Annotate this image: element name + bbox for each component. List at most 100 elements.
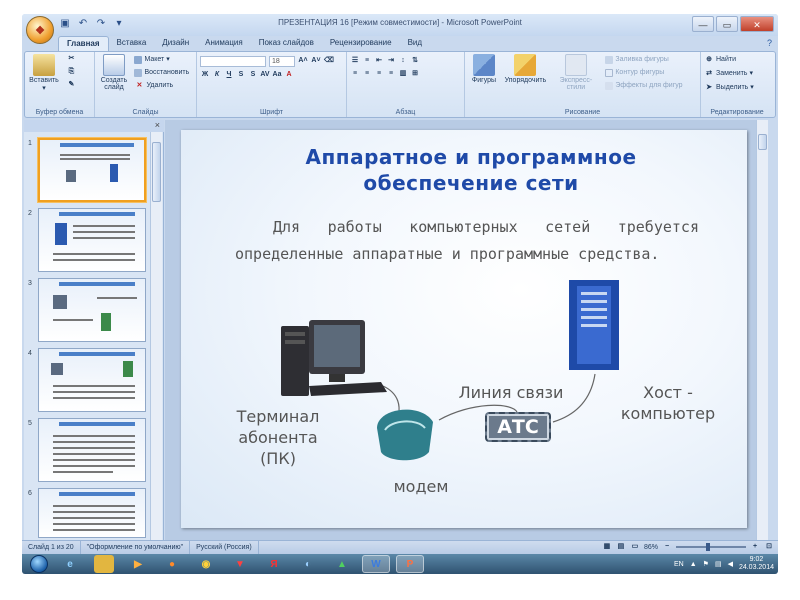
reset-button[interactable]: Восстановить (134, 67, 189, 78)
new-slide-button[interactable]: Создать слайд (98, 54, 130, 91)
word-icon[interactable]: W (362, 555, 390, 573)
find-button[interactable]: ⊕ Найти (704, 54, 770, 65)
delete-slide-button[interactable]: ✕ Удалить (134, 80, 189, 91)
ie-icon[interactable]: e (56, 555, 84, 573)
copy-icon[interactable]: ⎘ (66, 67, 76, 77)
media-player-icon[interactable]: ▶ (124, 555, 152, 573)
font-size-input[interactable]: 18 (269, 56, 295, 67)
slideshow-view-icon[interactable]: ▭ (630, 542, 640, 552)
help-icon[interactable]: ? (767, 38, 772, 48)
tray-arrow-icon[interactable]: ▲ (690, 561, 697, 568)
select-button[interactable]: ➤ Выделить ▾ (704, 82, 770, 93)
thumbnail-slide-3[interactable] (38, 278, 146, 342)
align-right-icon[interactable]: ≡ (374, 69, 384, 79)
align-left-icon[interactable]: ≡ (350, 69, 360, 79)
italic-icon[interactable]: К (212, 70, 222, 80)
shadow-icon[interactable]: S (248, 70, 258, 80)
ats-box[interactable]: АТС (485, 412, 551, 442)
quick-styles-button[interactable]: Экспресс-стили (551, 54, 601, 91)
clock[interactable]: 9:02 24.03.2014 (739, 556, 774, 572)
yandex-icon[interactable]: Я (260, 555, 288, 573)
zoom-in-icon[interactable]: + (750, 542, 760, 552)
font-color-icon[interactable]: A (284, 70, 294, 80)
zoom-out-icon[interactable]: − (662, 542, 672, 552)
powerpoint-icon[interactable]: P (396, 555, 424, 573)
yandex-browser-icon[interactable]: ▼ (226, 555, 254, 573)
explorer-icon[interactable] (94, 555, 114, 573)
close-button[interactable]: ✕ (740, 16, 774, 32)
tab-review[interactable]: Рецензирование (322, 36, 400, 52)
bullets-icon[interactable]: ☰ (350, 56, 360, 66)
arrange-button[interactable]: Упорядочить (504, 54, 546, 84)
zoom-slider[interactable] (676, 543, 746, 551)
audio-player-icon[interactable]: ◐ (294, 555, 322, 573)
clear-format-icon[interactable]: ⌫ (324, 56, 334, 66)
shape-effects-button[interactable]: Эффекты для фигур (605, 80, 683, 91)
slide-canvas[interactable]: Аппаратное и программное обеспечение сет… (181, 130, 747, 528)
shapes-button[interactable]: Фигуры (468, 54, 500, 84)
sorter-view-icon[interactable]: ▤ (616, 542, 626, 552)
volume-icon[interactable]: ◀ (728, 560, 733, 568)
layout-button[interactable]: Макет ▾ (134, 54, 189, 65)
language-indicator[interactable]: EN (674, 561, 684, 568)
vertical-scrollbar[interactable] (756, 120, 768, 540)
thumbnail-slide-5[interactable] (38, 418, 146, 482)
line-spacing-icon[interactable]: ↕ (398, 56, 408, 66)
indent-increase-icon[interactable]: ⇥ (386, 56, 396, 66)
qat-dropdown-icon[interactable]: ▾ (112, 17, 126, 31)
strikethrough-icon[interactable]: S (236, 70, 246, 80)
thumbnail-slide-1[interactable] (38, 138, 146, 202)
normal-view-icon[interactable]: ▦ (602, 542, 612, 552)
tab-animation[interactable]: Анимация (197, 36, 251, 52)
fit-slide-icon[interactable]: ⊡ (764, 542, 774, 552)
status-language[interactable]: Русский (Россия) (190, 540, 259, 555)
smartart-icon[interactable]: ⊞ (410, 69, 420, 79)
redo-icon[interactable]: ↷ (94, 17, 108, 31)
shrink-font-icon[interactable]: A˅ (311, 56, 321, 66)
tab-view[interactable]: Вид (400, 36, 430, 52)
maximize-button[interactable]: ▭ (716, 16, 738, 32)
thumbnail-scrollbar[interactable] (150, 132, 162, 540)
align-center-icon[interactable]: ≡ (362, 69, 372, 79)
justify-icon[interactable]: ≡ (386, 69, 396, 79)
label-terminal[interactable]: Терминал абонента (ПК) (223, 406, 333, 469)
spacing-icon[interactable]: AV (260, 70, 270, 80)
tab-home[interactable]: Главная (58, 36, 109, 52)
underline-icon[interactable]: Ч (224, 70, 234, 80)
numbering-icon[interactable]: ≡ (362, 56, 372, 66)
start-button[interactable] (30, 555, 48, 573)
app-icon[interactable]: ▲ (328, 555, 356, 573)
close-pane-icon[interactable]: × (155, 120, 160, 130)
scroll-thumb[interactable] (758, 134, 767, 150)
thumbnail-slide-6[interactable] (38, 488, 146, 538)
format-painter-icon[interactable]: ✎ (66, 80, 76, 90)
grow-font-icon[interactable]: A˄ (298, 56, 308, 66)
case-icon[interactable]: Aa (272, 70, 282, 80)
text-direction-icon[interactable]: ⇅ (410, 56, 420, 66)
thumbnail-slide-2[interactable] (38, 208, 146, 272)
shape-outline-button[interactable]: Контур фигуры (605, 67, 682, 78)
label-line[interactable]: Линия связи (441, 382, 581, 403)
cut-icon[interactable]: ✂ (66, 54, 76, 64)
thumbnail-slide-4[interactable] (38, 348, 146, 412)
firefox-icon[interactable]: ● (158, 555, 186, 573)
columns-icon[interactable]: ▥ (398, 69, 408, 79)
minimize-button[interactable]: — (692, 16, 714, 32)
zoom-level[interactable]: 86% (644, 544, 658, 551)
office-button[interactable]: ❖ (26, 16, 54, 44)
flag-icon[interactable]: ⚑ (703, 560, 709, 568)
paste-button[interactable]: Вставить ▾ (28, 54, 60, 92)
undo-icon[interactable]: ↶ (76, 17, 90, 31)
tab-slideshow[interactable]: Показ слайдов (251, 36, 322, 52)
tab-design[interactable]: Дизайн (154, 36, 197, 52)
label-host[interactable]: Хост - компьютер (613, 382, 723, 424)
network-icon[interactable]: ▤ (715, 560, 722, 568)
indent-decrease-icon[interactable]: ⇤ (374, 56, 384, 66)
bold-icon[interactable]: Ж (200, 70, 210, 80)
label-modem[interactable]: модем (381, 476, 461, 497)
shape-fill-button[interactable]: Заливка фигуры (605, 54, 682, 65)
save-icon[interactable]: ▣ (58, 17, 72, 31)
status-theme[interactable]: "Оформление по умолчанию" (81, 540, 191, 555)
chrome-icon[interactable]: ◉ (192, 555, 220, 573)
replace-button[interactable]: ⇄ Заменить ▾ (704, 68, 770, 79)
